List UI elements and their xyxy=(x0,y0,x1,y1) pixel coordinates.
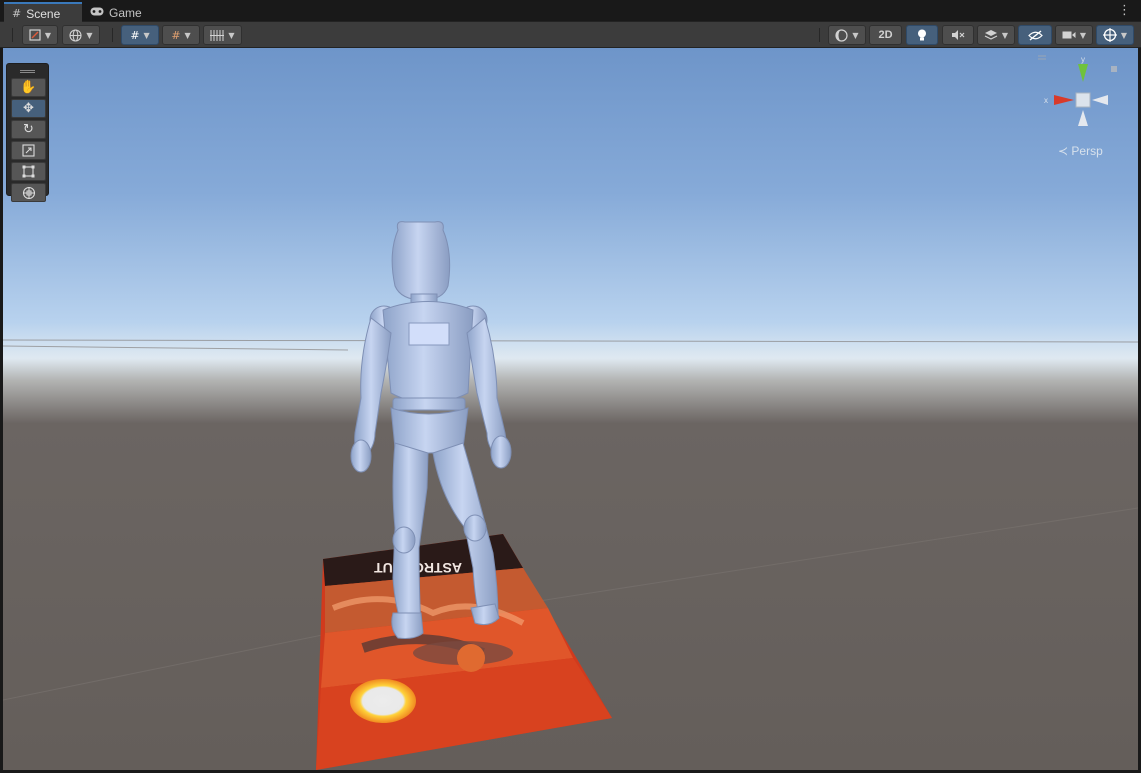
eye-hidden-icon xyxy=(1027,29,1043,41)
camera-settings-button[interactable]: ▼ xyxy=(1055,25,1093,45)
tab-bar: # Scene Game ⋮ xyxy=(0,0,1141,23)
projection-label[interactable]: ≺ Persp xyxy=(1058,144,1103,158)
chevron-down-icon: ▼ xyxy=(44,30,52,40)
toolbar-separator xyxy=(819,28,820,42)
chevron-down-icon: ▼ xyxy=(852,30,859,40)
projection-label-text: Persp xyxy=(1071,144,1103,158)
gizmos-button[interactable]: ▼ xyxy=(1096,25,1134,45)
rotate-tool-button[interactable]: ↻ xyxy=(11,120,46,139)
tab-scene[interactable]: # Scene xyxy=(4,2,82,23)
move-arrows-icon: ✥ xyxy=(23,101,34,116)
axis-gizmo-icon: y x xyxy=(1038,55,1117,126)
astronaut-poster-plane[interactable]: ASTRONAUT xyxy=(316,534,612,770)
perspective-icon: ≺ xyxy=(1058,144,1069,158)
gamepad-icon xyxy=(90,6,104,19)
move-tool-button[interactable]: ✥ xyxy=(11,99,46,118)
layers-icon xyxy=(984,30,998,40)
effects-button[interactable]: ▼ xyxy=(977,25,1015,45)
gizmo-crosshair-icon xyxy=(1102,28,1117,42)
lightbulb-icon xyxy=(918,29,926,40)
camera-icon xyxy=(1062,31,1076,39)
snap-increment-icon: # xyxy=(171,28,181,42)
globe-icon xyxy=(69,28,82,42)
grid-visibility-button[interactable]: ▼ xyxy=(203,25,242,45)
scale-tool-button[interactable] xyxy=(11,141,46,160)
ground-grid xyxy=(3,339,1138,701)
chevron-down-icon: ▼ xyxy=(228,30,235,40)
panel-grip-handle[interactable] xyxy=(20,70,35,73)
lighting-toggle-button[interactable] xyxy=(906,25,938,45)
rect-transform-icon xyxy=(22,165,35,178)
shading-mode-button[interactable]: ▼ xyxy=(828,25,866,45)
grid-snap-button[interactable]: # ▼ xyxy=(121,25,159,45)
chevron-down-icon: ▼ xyxy=(1120,30,1128,40)
hand-tool-button[interactable]: ✋ xyxy=(11,78,46,97)
chevron-down-icon: ▼ xyxy=(1001,30,1009,40)
audio-toggle-button[interactable] xyxy=(942,25,974,45)
scale-icon xyxy=(22,144,35,157)
rotate-icon: ↻ xyxy=(23,122,34,137)
hand-icon: ✋ xyxy=(20,80,37,95)
gizmo-y-label: y xyxy=(1081,55,1085,64)
scene-toolbar: ▼ ▼ # ▼ # ▼ ▼ ▼ 2D ▼ ▼ ▼ xyxy=(0,22,1141,48)
scene-visibility-button[interactable] xyxy=(1018,25,1052,45)
tab-game[interactable]: Game xyxy=(82,3,152,22)
scene-render: ASTRONAUT xyxy=(3,221,1138,770)
chevron-down-icon: ▼ xyxy=(143,30,150,40)
tab-scene-label: Scene xyxy=(26,6,61,21)
draw-mode-icon xyxy=(29,29,41,41)
shading-sphere-icon xyxy=(835,28,849,42)
transform-tool-button[interactable] xyxy=(11,183,46,202)
incremental-snap-button[interactable]: # ▼ xyxy=(162,25,200,45)
grid-lines-icon xyxy=(210,29,225,41)
toolbar-separator xyxy=(12,28,13,42)
global-local-button[interactable]: ▼ xyxy=(62,25,100,45)
2d-toggle-button[interactable]: 2D xyxy=(869,25,902,45)
tool-overlay-panel: ✋ ✥ ↻ xyxy=(6,63,49,202)
grid-snap-icon: # xyxy=(130,28,140,42)
tab-game-label: Game xyxy=(109,5,142,20)
chevron-down-icon: ▼ xyxy=(86,30,93,40)
scene-viewport[interactable]: ASTRONAUT xyxy=(3,48,1138,770)
scene-window: # Scene Game ⋮ ▼ ▼ # ▼ # ▼ ▼ ▼ 2D ▼ ▼ ▼ … xyxy=(0,0,1141,773)
transform-combined-icon xyxy=(22,186,35,199)
chevron-down-icon: ▼ xyxy=(184,30,191,40)
gizmo-draw-mode-button[interactable]: ▼ xyxy=(22,25,58,45)
gizmo-x-label: x xyxy=(1044,96,1048,105)
grid-icon: # xyxy=(12,7,22,20)
chevron-down-icon: ▼ xyxy=(1079,30,1087,40)
2d-label: 2D xyxy=(878,29,893,41)
audio-mute-icon xyxy=(952,30,965,40)
more-options-icon[interactable]: ⋮ xyxy=(1118,3,1131,18)
toolbar-separator xyxy=(112,28,113,42)
rect-tool-button[interactable] xyxy=(11,162,46,181)
